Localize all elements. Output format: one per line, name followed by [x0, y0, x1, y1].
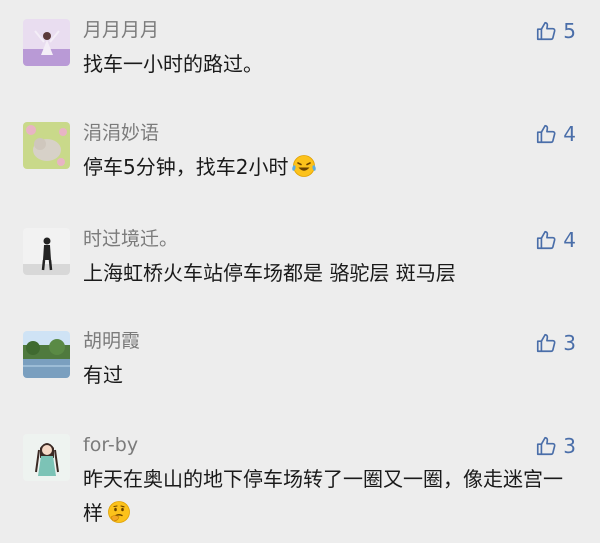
comment-author-name[interactable]: 月月月月 [83, 17, 159, 43]
comment-text-content: 找车一小时的路过。 [83, 52, 263, 76]
comment-author-name[interactable]: for-by [83, 432, 138, 458]
like-button[interactable]: 4 [535, 228, 576, 252]
thinking-face-emoji [106, 500, 132, 534]
laughing-tears-emoji [291, 154, 317, 188]
cat-on-grass-avatar[interactable] [23, 122, 70, 169]
like-count: 4 [563, 228, 576, 252]
thumbs-up-icon [537, 333, 556, 353]
comment-text: 停车5分钟，找车2小时 [83, 150, 570, 188]
comment-text-content: 有过 [83, 363, 123, 387]
like-count: 5 [563, 19, 576, 43]
comment-author-name[interactable]: 胡明霞 [83, 328, 140, 354]
like-count: 3 [563, 331, 576, 355]
lake-landscape-avatar[interactable] [23, 331, 70, 378]
comment-text-content: 昨天在奥山的地下停车场转了一圈又一圈，像走迷宫一样 [83, 467, 563, 525]
thumbs-up-icon [537, 230, 556, 250]
comment-text: 有过 [83, 358, 570, 392]
thumbs-up-icon [537, 21, 556, 41]
like-button[interactable]: 3 [535, 434, 576, 458]
thumbs-up-icon [537, 124, 556, 144]
comment-text-content: 停车5分钟，找车2小时 [83, 155, 289, 179]
like-count: 3 [563, 434, 576, 458]
comment-author-name[interactable]: 时过境迁。 [83, 226, 178, 252]
like-button[interactable]: 3 [535, 331, 576, 355]
comment-text: 上海虹桥火车站停车场都是 骆驼层 斑马层 [83, 256, 570, 290]
person-standing-avatar[interactable] [23, 228, 70, 275]
like-count: 4 [563, 122, 576, 146]
woman-in-lavender-field-avatar[interactable] [23, 19, 70, 66]
comment-text: 找车一小时的路过。 [83, 47, 570, 81]
comment-text-content: 上海虹桥火车站停车场都是 骆驼层 斑马层 [83, 261, 456, 285]
thumbs-up-icon [537, 436, 556, 456]
like-button[interactable]: 5 [535, 19, 576, 43]
cartoon-girl-avatar[interactable] [23, 434, 70, 481]
comment-author-name[interactable]: 涓涓妙语 [83, 120, 159, 146]
like-button[interactable]: 4 [535, 122, 576, 146]
comment-text: 昨天在奥山的地下停车场转了一圈又一圈，像走迷宫一样 [83, 462, 570, 534]
